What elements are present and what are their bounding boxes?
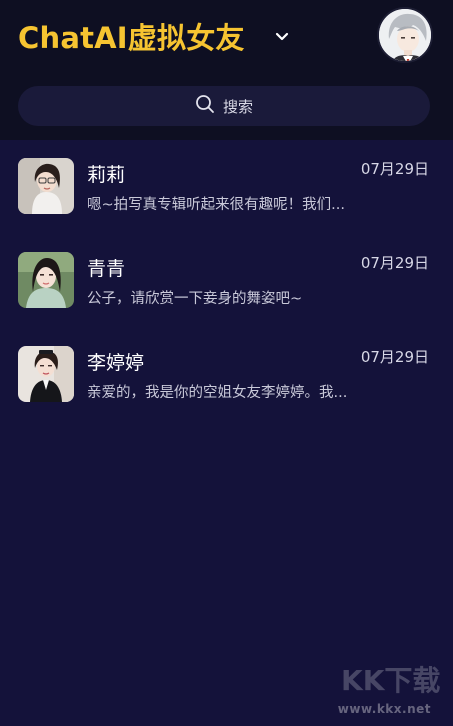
chat-date: 07月29日 (360, 254, 429, 272)
header: ChatAI虚拟女友 搜索 (0, 0, 453, 140)
chat-item-litingting[interactable]: 李婷婷 07月29日 亲爱的，我是你的空姐女友李婷婷。我... (0, 328, 453, 422)
watermark-url: www.kkx.net (337, 702, 431, 716)
chat-name: 李婷婷 (87, 352, 145, 374)
chat-item-lili[interactable]: 莉莉 07月29日 嗯~拍写真专辑听起来很有趣呢！我们... (0, 140, 453, 234)
qingqing-avatar (18, 252, 74, 308)
lili-avatar (18, 158, 74, 214)
app-title: ChatAI虚拟女友 (18, 21, 245, 55)
title-wrap: ChatAI虚拟女友 (18, 14, 245, 58)
app: ChatAI虚拟女友 搜索 莉莉 07月29日 嗯~拍写真专辑听起来很有趣呢！我… (0, 0, 453, 726)
chat-preview: 公子，请欣赏一下妾身的舞姿吧~ (87, 291, 303, 307)
chat-date: 07月29日 (360, 160, 429, 178)
chat-preview: 嗯~拍写真专辑听起来很有趣呢！我们... (87, 197, 345, 213)
chat-date: 07月29日 (360, 348, 429, 366)
chat-preview: 亲爱的，我是你的空姐女友李婷婷。我... (87, 385, 348, 401)
chat-name: 莉莉 (87, 164, 126, 186)
search-bar[interactable]: 搜索 (18, 86, 430, 126)
user-avatar-icon[interactable] (377, 7, 433, 63)
chevron-down-icon[interactable] (270, 24, 294, 48)
watermark-logo-text: KK下载 (341, 664, 440, 697)
chat-item-qingqing[interactable]: 青青 07月29日 公子，请欣赏一下妾身的舞姿吧~ (0, 234, 453, 328)
chat-name: 青青 (87, 258, 126, 280)
search-label: 搜索 (222, 97, 253, 116)
litingting-avatar (18, 346, 74, 402)
search-icon (195, 94, 215, 118)
chat-list: 莉莉 07月29日 嗯~拍写真专辑听起来很有趣呢！我们... 青青 07月29日 (0, 140, 453, 422)
watermark: KK下载 www.kkx.net (323, 660, 443, 720)
watermark-logo: KK下载 (341, 664, 440, 697)
